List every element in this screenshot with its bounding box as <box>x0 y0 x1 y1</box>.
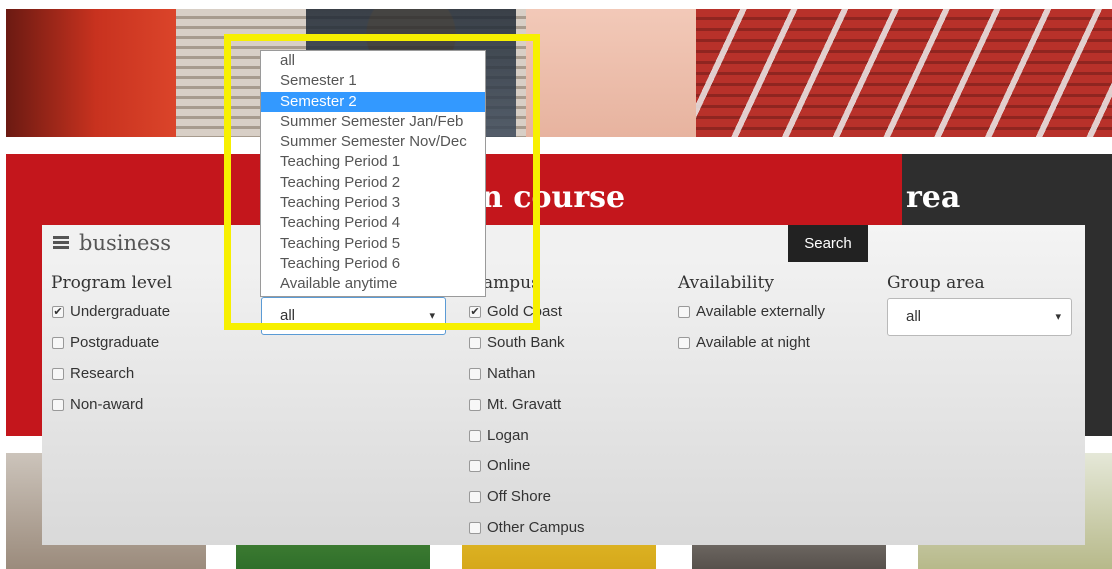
group-area-title: Group area <box>887 273 985 293</box>
availability-title: Availability <box>678 273 774 293</box>
checkbox-postgraduate[interactable]: Postgraduate <box>52 334 159 351</box>
checkmark-icon[interactable]: ✔ <box>52 305 64 318</box>
checkbox-nathan[interactable]: Nathan <box>469 365 535 382</box>
group-area-select[interactable]: all ▾ <box>887 298 1072 336</box>
checkbox-logan[interactable]: Logan <box>469 427 529 444</box>
caret-down-icon: ▾ <box>1055 311 1061 323</box>
hero-person <box>526 9 696 137</box>
checkbox-other-campus[interactable]: Other Campus <box>469 519 585 536</box>
checkbox-south-bank[interactable]: South Bank <box>469 334 565 351</box>
checkbox-non-award[interactable]: Non-award <box>52 396 143 413</box>
checkbox-undergraduate[interactable]: ✔ Undergraduate <box>52 303 170 320</box>
search-button[interactable]: Search <box>788 225 868 262</box>
program-level-title: Program level <box>51 273 173 293</box>
checkbox-available-at-night[interactable]: Available at night <box>678 334 810 351</box>
hero-railing <box>696 9 1112 137</box>
hero-photo <box>6 9 1112 137</box>
checkbox-mt-gravatt[interactable]: Mt. Gravatt <box>469 396 561 413</box>
hamburger-menu-icon[interactable] <box>53 236 69 250</box>
search-query[interactable]: business <box>79 231 171 255</box>
highlight-box <box>224 34 540 330</box>
checkbox-available-externally[interactable]: Available externally <box>678 303 825 320</box>
checkbox-online[interactable]: Online <box>469 457 530 474</box>
banner-title-area: rea <box>906 180 961 215</box>
checkbox-research[interactable]: Research <box>52 365 134 382</box>
checkbox-off-shore[interactable]: Off Shore <box>469 488 551 505</box>
